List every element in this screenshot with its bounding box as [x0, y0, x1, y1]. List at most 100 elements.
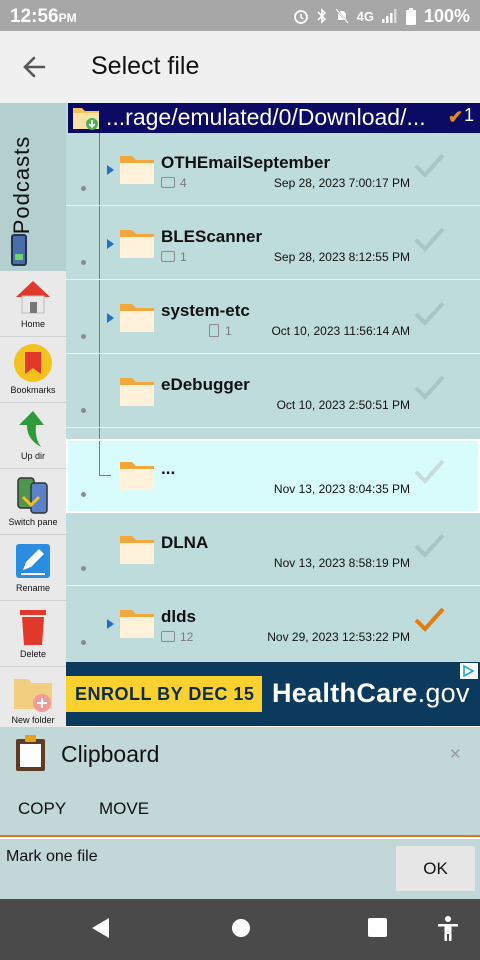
file-row[interactable]: DLNA Nov 13, 2023 8:58:19 PM [66, 513, 480, 586]
tree-dot [81, 492, 86, 497]
expand-icon[interactable] [107, 165, 114, 175]
new-folder-icon [14, 679, 52, 712]
file-date: Sep 28, 2023 7:00:17 PM [273, 176, 410, 190]
move-button[interactable]: MOVE [99, 799, 149, 819]
network-label: 4G [356, 8, 374, 24]
expand-icon[interactable] [107, 239, 114, 249]
back-button[interactable] [18, 51, 54, 83]
subfolder-count: 4 [161, 176, 187, 190]
nav-recents-icon[interactable] [368, 918, 387, 937]
bookmarks-button[interactable]: Bookmarks [0, 337, 66, 403]
up-arrow-icon [19, 411, 44, 447]
download-folder-icon [73, 108, 99, 130]
file-name: system-etc [161, 301, 250, 320]
mark-check-icon[interactable] [412, 299, 446, 329]
arrow-left-icon [23, 56, 46, 78]
tree-dot [81, 334, 86, 339]
file-row[interactable]: OTHEmailSeptember 4 Sep 28, 2023 7:00:17… [66, 133, 480, 206]
clipboard-title: Clipboard [61, 741, 160, 767]
up-dir-label: Up dir [20, 451, 45, 461]
file-row-selected[interactable]: ... Nov 13, 2023 8:04:35 PM [66, 439, 480, 513]
page-title: Select file [91, 52, 200, 80]
battery-icon [405, 7, 416, 25]
marked-count: 1 [464, 105, 475, 125]
file-row[interactable]: BLEScanner 1 Sep 28, 2023 8:12:55 PM [66, 207, 480, 280]
rename-label: Rename [15, 583, 51, 593]
file-name: DLNA [161, 533, 209, 552]
folder-icon [120, 378, 154, 406]
delete-button[interactable]: Delete [0, 601, 66, 667]
system-nav-bar [0, 899, 480, 960]
file-name: OTHEmailSeptember [161, 153, 331, 172]
folder-icon [120, 462, 154, 490]
mark-instruction: Mark one file [6, 848, 98, 865]
alarm-icon [293, 10, 308, 24]
podcasts-tab-label: Podcasts [9, 135, 34, 235]
current-path: ...rage/emulated/0/Download/... [106, 104, 426, 130]
switch-pane-button[interactable]: Switch pane [0, 469, 66, 535]
home-button[interactable]: Home [0, 271, 66, 337]
mark-check-icon[interactable] [412, 151, 446, 181]
file-name: ... [161, 459, 176, 478]
tree-line-end [99, 441, 100, 475]
accessibility-icon[interactable] [437, 916, 459, 942]
file-date: Nov 13, 2023 8:04:35 PM [273, 482, 410, 496]
folder-icon [120, 536, 154, 564]
path-bar[interactable]: ...rage/emulated/0/Download/... ✔ 1 [68, 103, 480, 133]
tree-line-branch [99, 475, 111, 476]
home-icon [16, 281, 50, 314]
tree-dot [81, 186, 86, 191]
switch-pane-label: Switch pane [8, 517, 58, 527]
new-folder-label: New folder [11, 715, 55, 725]
file-date: Nov 13, 2023 8:58:19 PM [273, 556, 410, 570]
nav-home-icon[interactable] [231, 918, 251, 938]
subfolder-count: 12 [161, 630, 193, 644]
file-name: dlds [161, 607, 196, 626]
battery-percent: 100% [423, 5, 470, 26]
mark-check-icon[interactable] [412, 457, 446, 487]
expand-icon[interactable] [107, 619, 114, 629]
ad-choices-icon[interactable] [460, 663, 478, 679]
tree-dot [81, 566, 86, 571]
mark-check-icon[interactable] [412, 225, 446, 255]
file-row[interactable]: eDebugger Oct 10, 2023 2:50:51 PM [66, 355, 480, 428]
new-folder-button[interactable]: New folder [0, 667, 66, 733]
bluetooth-icon [317, 8, 326, 24]
file-list[interactable]: ...rage/emulated/0/Download/... ✔ 1 OTHE… [66, 103, 480, 662]
status-icons: 4G 100% [293, 6, 470, 26]
file-date: Nov 29, 2023 12:53:22 PM [267, 630, 410, 644]
tree-dot [81, 408, 86, 413]
expand-icon[interactable] [107, 313, 114, 323]
home-label: Home [20, 319, 45, 329]
file-date: Oct 10, 2023 11:56:14 AM [271, 324, 410, 338]
subfolder-count: 1 [161, 250, 187, 264]
mark-check-icon-active[interactable] [412, 605, 446, 635]
up-dir-button[interactable]: Up dir [0, 403, 66, 469]
bookmarks-label: Bookmarks [10, 385, 56, 395]
mark-check-icon[interactable] [412, 373, 446, 403]
signal-icon [381, 9, 397, 23]
app-bar: Select file [0, 31, 480, 103]
file-date: Sep 28, 2023 8:12:55 PM [273, 250, 410, 264]
status-bar: 12:56PM 4G 100% [0, 0, 480, 31]
marked-check-icon: ✔ [448, 107, 464, 127]
file-row[interactable]: system-etc 1 Oct 10, 2023 11:56:14 AM [66, 281, 480, 354]
tree-dot [81, 260, 86, 265]
ad-banner[interactable]: ENROLL BY DEC 15 HealthCare.gov [66, 662, 480, 726]
file-date: Oct 10, 2023 2:50:51 PM [276, 398, 410, 412]
folder-icon [120, 304, 154, 332]
folder-icon [120, 156, 154, 184]
mark-check-icon[interactable] [412, 531, 446, 561]
selection-prompt-panel: Mark one file OK [0, 839, 480, 899]
ok-button[interactable]: OK [396, 846, 475, 891]
nav-back-icon[interactable] [92, 918, 110, 938]
rename-icon [16, 544, 50, 578]
file-name: eDebugger [161, 375, 250, 394]
close-icon[interactable]: ✕ [449, 745, 462, 763]
rename-button[interactable]: Rename [0, 535, 66, 601]
device-icon [11, 234, 27, 266]
file-row[interactable]: dlds 12 Nov 29, 2023 12:53:22 PM [66, 587, 480, 660]
ad-enroll-text: ENROLL BY DEC 15 [66, 676, 262, 712]
podcasts-tab[interactable]: Podcasts [0, 103, 66, 271]
copy-button[interactable]: COPY [18, 799, 66, 819]
